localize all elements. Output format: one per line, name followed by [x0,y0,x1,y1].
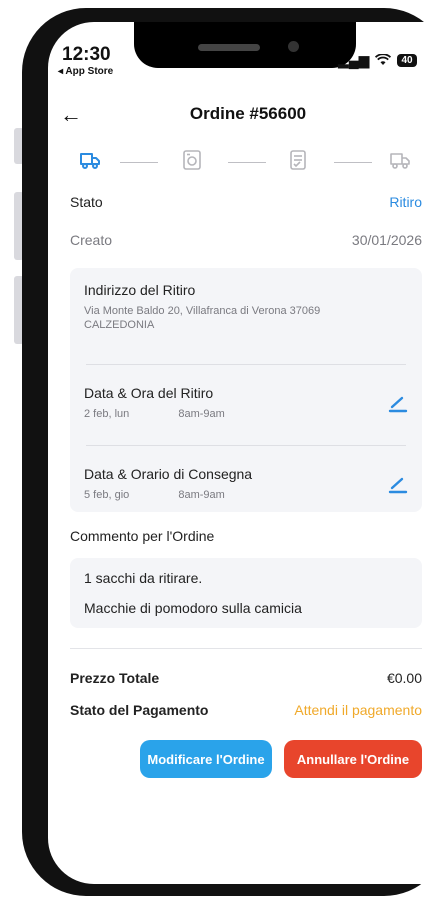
delivery-date: 5 feb, gio [84,489,130,501]
created-label: Creato [70,232,113,248]
camera [288,41,299,52]
notch [134,22,356,68]
progress-connector [120,162,158,163]
washing-machine-icon [180,148,204,177]
wifi-icon [375,52,392,69]
modify-order-button[interactable]: Modificare l'Ordine [140,740,272,778]
created-row: Creato 30/01/2026 [70,232,422,248]
delivery-truck-icon [388,148,412,177]
app-screen: 12:30 ◂ App Store ▂▄▆ 40 ← Ordine #56600 [48,22,445,884]
payment-status-row: Stato del Pagamento Attendi il pagamento [70,702,422,718]
status-time: 12:30 [62,44,111,65]
signal-icon: ▂▄▆ [338,52,370,68]
divider [70,648,422,649]
delivery-time-section: Data & Orario di Consegna 5 feb, gio 8am… [70,446,422,526]
payment-status-value: Attendi il pagamento [294,702,422,718]
cancel-order-button[interactable]: Annullare l'Ordine [284,740,422,778]
order-details-card: Indirizzo del Ritiro Via Monte Baldo 20,… [70,268,422,512]
pickup-address-company: CALZEDONIA [84,319,155,331]
pickup-time-value: 2 feb, lun 8am-9am [84,407,408,421]
pickup-address-title: Indirizzo del Ritiro [84,282,196,298]
status-value: Ritiro [389,194,422,210]
delivery-time-value: 5 feb, gio 8am-9am [84,488,408,502]
checklist-icon [286,148,310,177]
edit-pickup-time-icon[interactable] [388,393,408,418]
order-progress [68,148,428,178]
delivery-van-icon [78,148,102,177]
created-value: 30/01/2026 [351,232,422,248]
progress-connector [334,162,372,163]
pickup-time-title: Data & Ora del Ritiro [84,385,214,401]
comment-line: Macchie di pomodoro sulla camicia [84,600,302,616]
comment-label: Commento per l'Ordine [70,528,215,544]
battery-icon: 40 [397,54,417,67]
pickup-time-section: Data & Ora del Ritiro 2 feb, lun 8am-9am [70,365,422,445]
progress-connector [228,162,266,163]
pickup-date: 2 feb, lun [84,408,130,420]
edit-delivery-time-icon[interactable] [388,474,408,499]
delivery-time-title: Data & Orario di Consegna [84,466,253,482]
header: ← Ordine #56600 [48,100,445,140]
page-title: Ordine #56600 [189,104,307,123]
pickup-slot: 8am-9am [178,408,225,420]
comment-line: 1 sacchi da ritirare. [84,570,203,586]
delivery-slot: 8am-9am [178,489,225,501]
total-price-row: Prezzo Totale €0.00 [70,670,422,686]
back-to-app-store-link[interactable]: ◂ App Store [58,66,113,77]
payment-status-label: Stato del Pagamento [70,702,209,718]
total-price-label: Prezzo Totale [70,670,160,686]
comment-label-row: Commento per l'Ordine [70,528,422,544]
pickup-address-section: Indirizzo del Ritiro Via Monte Baldo 20,… [70,268,422,350]
comment-box: 1 sacchi da ritirare. Macchie di pomodor… [70,558,422,628]
status-label: Stato [70,194,103,210]
speaker [198,44,260,51]
status-row: Stato Ritiro [70,194,422,210]
pickup-address-line: Via Monte Baldo 20, Villafranca di Veron… [84,305,321,317]
total-price-value: €0.00 [386,670,422,686]
status-indicators: ▂▄▆ 40 [338,52,417,69]
